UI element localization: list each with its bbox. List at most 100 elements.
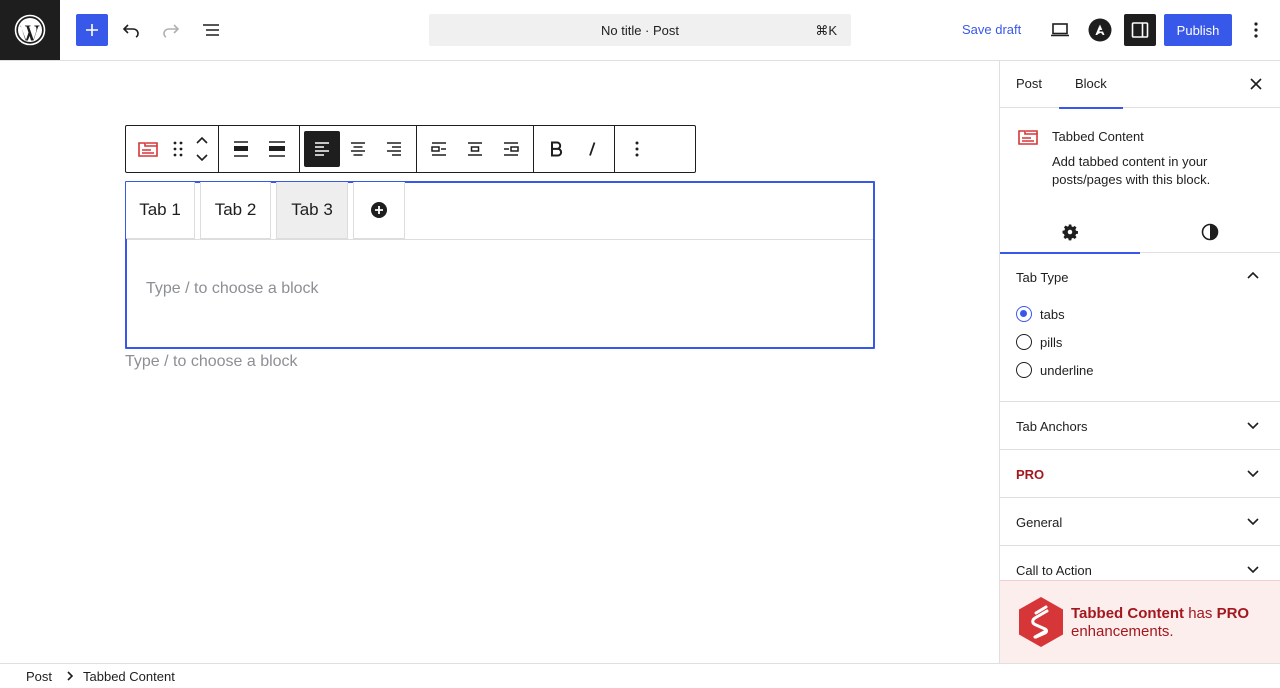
radio-tabs-input[interactable] [1016, 306, 1032, 322]
redo-button[interactable] [155, 14, 187, 46]
contrast-icon [1201, 223, 1219, 240]
align-left-button[interactable] [304, 131, 340, 167]
undo-button[interactable] [115, 14, 147, 46]
tab-1[interactable]: Tab 1 [126, 182, 195, 239]
block-toolbar [125, 125, 696, 173]
align-center-button[interactable] [340, 131, 376, 167]
plus-icon [86, 24, 98, 36]
wordpress-logo-icon[interactable] [0, 0, 60, 60]
settings-sidebar-toggle[interactable] [1124, 14, 1156, 46]
save-draft-button[interactable]: Save draft [956, 14, 1027, 46]
block-type-button[interactable] [130, 131, 166, 167]
document-title: No title · Post [600, 22, 680, 38]
align-full-icon [269, 141, 285, 157]
sidebar-toggle-icon [1131, 22, 1149, 38]
pro-label: PRO [1216, 605, 1250, 622]
format-group [534, 126, 615, 172]
block-breadcrumb: Post Tabbed Content [0, 663, 1280, 688]
options-button[interactable] [1240, 14, 1272, 46]
chevron-up-icon [1247, 271, 1259, 279]
astra-button[interactable] [1084, 14, 1116, 46]
gear-icon [1062, 224, 1078, 240]
block-switcher-group [126, 126, 219, 172]
justify-center-icon [468, 142, 482, 156]
bold-icon [551, 141, 563, 157]
general-title: General [1016, 515, 1063, 530]
tab-anchors-title: Tab Anchors [1016, 419, 1088, 434]
call-to-action-title: Call to Action [1016, 563, 1092, 578]
italic-icon [589, 142, 596, 156]
chevron-down-icon [1247, 470, 1259, 478]
pro-upsell-banner[interactable]: Tabbed Content has PRO enhancements. [1000, 580, 1280, 663]
radio-tabs[interactable]: tabs [1016, 306, 1065, 322]
align-left-icon [315, 142, 329, 156]
pro-enhancements: enhancements. [1071, 623, 1174, 640]
document-overview-button[interactable] [195, 14, 227, 46]
command-palette-bar[interactable]: No title · Post ⌘K [429, 14, 851, 46]
add-tab-button[interactable] [353, 182, 405, 239]
align-wide-icon [234, 141, 248, 157]
editor-canvas[interactable]: Tab 1 Tab 2 Tab 3 Type / to choose a blo… [0, 61, 999, 663]
tab-styles[interactable] [1140, 210, 1280, 253]
tab-block[interactable]: Block [1059, 61, 1123, 109]
tabs-center-button[interactable] [457, 131, 493, 167]
tabbed-content-block[interactable]: Tab 1 Tab 2 Tab 3 Type / to choose a blo… [125, 181, 875, 349]
radio-underline-label: underline [1040, 362, 1094, 378]
block-appender-placeholder[interactable]: Type / to choose a block [125, 353, 298, 371]
wide-width-button[interactable] [223, 131, 259, 167]
pro-toggle[interactable]: PRO [1000, 450, 1280, 498]
drag-handle[interactable] [166, 131, 190, 167]
breadcrumb-tabbed-content[interactable]: Tabbed Content [83, 669, 175, 684]
tab-type-title: Tab Type [1016, 270, 1069, 285]
radio-underline-input[interactable] [1016, 362, 1032, 378]
italic-button[interactable] [574, 131, 610, 167]
tab-type-panel: Tab Type tabs pills underline [1000, 253, 1280, 402]
undo-icon [122, 24, 139, 38]
breadcrumb-post[interactable]: Post [26, 669, 52, 684]
pro-panel: PRO [1000, 450, 1280, 498]
tab-content-placeholder[interactable]: Type / to choose a block [146, 280, 319, 298]
general-panel: General [1000, 498, 1280, 546]
tabs-right-button[interactable] [493, 131, 529, 167]
sidebar-tabs: Post Block [1000, 61, 1280, 109]
command-shortcut: ⌘K [815, 23, 837, 38]
close-sidebar-button[interactable] [1246, 74, 1266, 94]
chevron-down-icon [1247, 518, 1259, 526]
close-icon [1250, 78, 1262, 90]
text-align-group [300, 126, 417, 172]
radio-pills[interactable]: pills [1016, 334, 1062, 350]
pro-has: has [1188, 605, 1213, 622]
tab-3[interactable]: Tab 3 [276, 182, 348, 239]
tab-anchors-panel: Tab Anchors [1000, 402, 1280, 450]
block-inserter-button[interactable] [76, 14, 108, 46]
tab-post[interactable]: Post [1000, 61, 1058, 108]
inspector-tabs [1000, 210, 1280, 254]
move-up-button[interactable] [195, 133, 209, 149]
tab-list: Tab 1 Tab 2 Tab 3 [126, 182, 873, 240]
general-toggle[interactable]: General [1000, 498, 1280, 546]
pro-title: PRO [1016, 467, 1045, 482]
tab-type-toggle[interactable]: Tab Type [1000, 253, 1280, 301]
tabbed-content-block-icon [138, 142, 158, 157]
editor-header: No title · Post ⌘K Save draft Publish [0, 0, 1280, 61]
tab-2[interactable]: Tab 2 [200, 182, 271, 239]
kebab-menu-icon [1254, 22, 1258, 38]
preview-button[interactable] [1044, 14, 1076, 46]
tabs-left-button[interactable] [421, 131, 457, 167]
radio-pills-label: pills [1040, 334, 1063, 350]
align-right-button[interactable] [376, 131, 412, 167]
laptop-preview-icon [1051, 23, 1069, 37]
justify-left-icon [431, 142, 446, 156]
radio-tabs-label: tabs [1040, 306, 1065, 322]
astra-logo-icon [1088, 18, 1112, 42]
tab-anchors-toggle[interactable]: Tab Anchors [1000, 402, 1280, 450]
full-width-button[interactable] [259, 131, 295, 167]
tab-settings[interactable] [1000, 210, 1140, 254]
block-options-button[interactable] [619, 131, 655, 167]
spectra-pro-logo-icon [1018, 596, 1064, 648]
publish-button[interactable]: Publish [1164, 14, 1232, 46]
move-down-button[interactable] [195, 149, 209, 165]
bold-button[interactable] [538, 131, 574, 167]
radio-underline[interactable]: underline [1016, 362, 1094, 378]
radio-pills-input[interactable] [1016, 334, 1032, 350]
